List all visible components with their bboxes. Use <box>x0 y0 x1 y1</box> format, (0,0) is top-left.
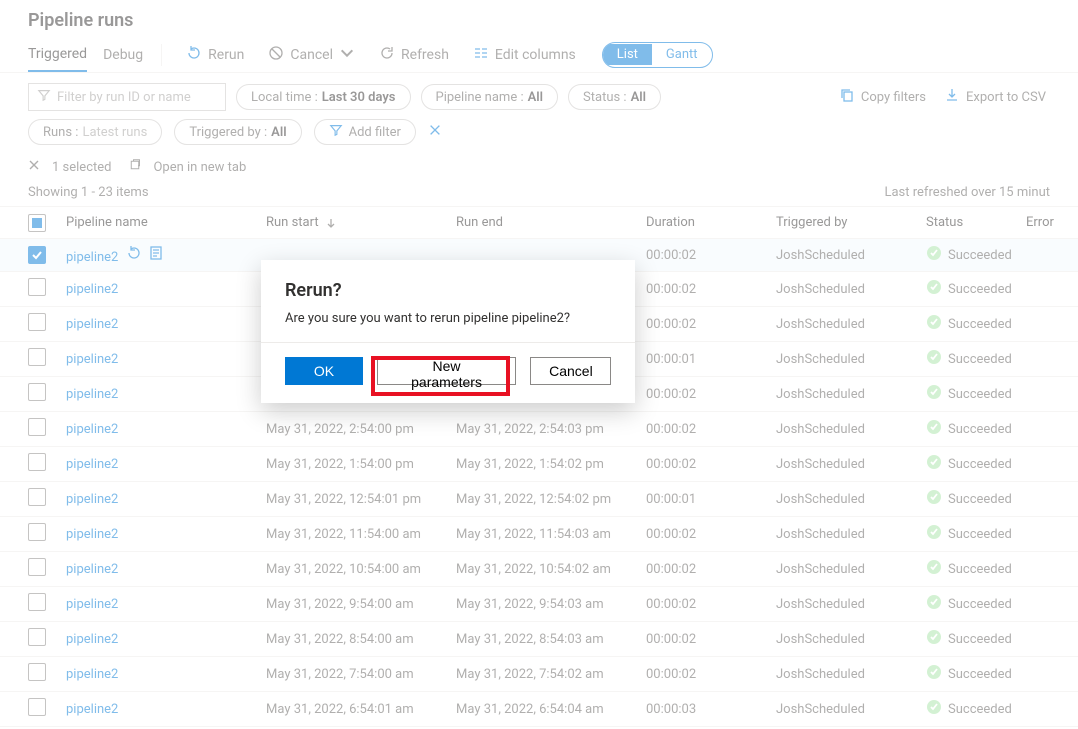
rerun-modal: Rerun? Are you sure you want to rerun pi… <box>261 260 635 403</box>
ok-button[interactable]: OK <box>285 357 363 385</box>
modal-actions: OK New parameters Cancel <box>261 342 635 403</box>
cancel-button[interactable]: Cancel <box>530 357 611 385</box>
modal-message: Are you sure you want to rerun pipeline … <box>285 311 611 326</box>
new-parameters-button[interactable]: New parameters <box>377 357 516 385</box>
modal-title: Rerun? <box>285 280 611 301</box>
